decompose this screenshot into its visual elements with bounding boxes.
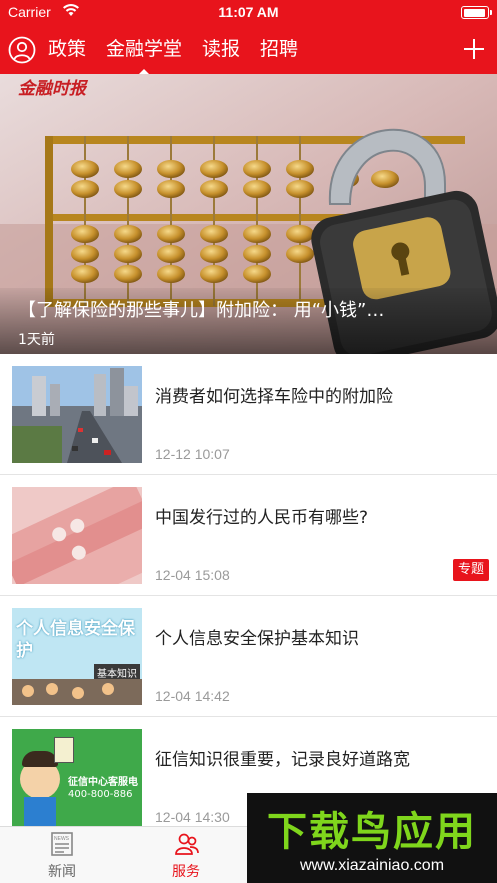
article-title: 中国发行过的人民币有哪些?	[155, 508, 369, 528]
article-time: 12-12 10:07	[155, 446, 230, 462]
clock: 11:07 AM	[218, 4, 279, 20]
service-icon	[175, 833, 199, 855]
list-item[interactable]: 中国发行过的人民币有哪些? 12-04 15:08 专题	[0, 475, 497, 596]
watermark-title: 下载鸟应用	[267, 809, 477, 855]
hero-title: 【了解保险的那些事儿】附加险： 用“小钱”…	[18, 300, 385, 321]
article-thumbnail	[12, 366, 142, 463]
topic-badge[interactable]: 专题	[452, 559, 489, 581]
thumbnail-caption: 征信中心客服电	[68, 777, 138, 788]
watermark-url: www.xiazainiao.com	[299, 857, 445, 874]
newspaper-logo: 金融时报	[18, 79, 86, 99]
tab-finance-school[interactable]: 金融学堂	[106, 26, 182, 74]
tab-newspaper[interactable]: 读报	[202, 26, 240, 74]
svg-text:NEWS: NEWS	[54, 836, 70, 842]
battery-icon	[461, 6, 492, 19]
article-time: 12-04 15:08	[155, 567, 230, 583]
site-watermark: 下载鸟应用 www.xiazainiao.com	[247, 793, 497, 883]
article-title: 个人信息安全保护基本知识	[155, 629, 359, 649]
tab-policy[interactable]: 政策	[48, 26, 86, 74]
thumbnail-subcaption: 400-800-886	[68, 789, 133, 800]
article-list: 消费者如何选择车险中的附加险 12-12 10:07 中国发行过的人民币有哪些?…	[0, 354, 497, 838]
article-time: 12-04 14:42	[155, 688, 230, 704]
hero-banner[interactable]: 金融时报 【了解保险的那些事儿】附加险： 用“小钱”… 1天前	[0, 74, 497, 354]
tab-news-label: 新闻	[48, 864, 76, 880]
tab-jobs[interactable]: 招聘	[260, 26, 298, 74]
article-thumbnail: 征信中心客服电 400-800-886	[12, 729, 142, 826]
hero-time: 1天前	[18, 332, 55, 348]
status-bar: Carrier 11:07 AM	[0, 0, 497, 26]
article-thumbnail	[12, 487, 142, 584]
top-nav: 政策 金融学堂 读报 招聘	[0, 26, 497, 74]
news-icon: NEWS	[51, 832, 73, 856]
article-title: 征信知识很重要，记录良好道路宽	[155, 750, 410, 770]
list-item[interactable]: 个人信息安全保护 基本知识 个人信息安全保护基本知识 12-04 14:42	[0, 596, 497, 717]
user-profile-icon[interactable]	[8, 36, 36, 64]
article-thumbnail: 个人信息安全保护 基本知识	[12, 608, 142, 705]
thumbnail-caption: 个人信息安全保护	[16, 619, 135, 661]
article-time: 12-04 14:30	[155, 809, 230, 825]
category-tabs: 政策 金融学堂 读报 招聘	[48, 26, 318, 74]
add-icon[interactable]	[461, 36, 487, 62]
article-title: 消费者如何选择车险中的附加险	[155, 387, 393, 407]
tab-news[interactable]: NEWS 新闻	[22, 827, 102, 883]
list-item[interactable]: 消费者如何选择车险中的附加险 12-12 10:07	[0, 354, 497, 475]
tab-service-label: 服务	[172, 864, 200, 880]
tab-service[interactable]: 服务	[146, 827, 226, 883]
